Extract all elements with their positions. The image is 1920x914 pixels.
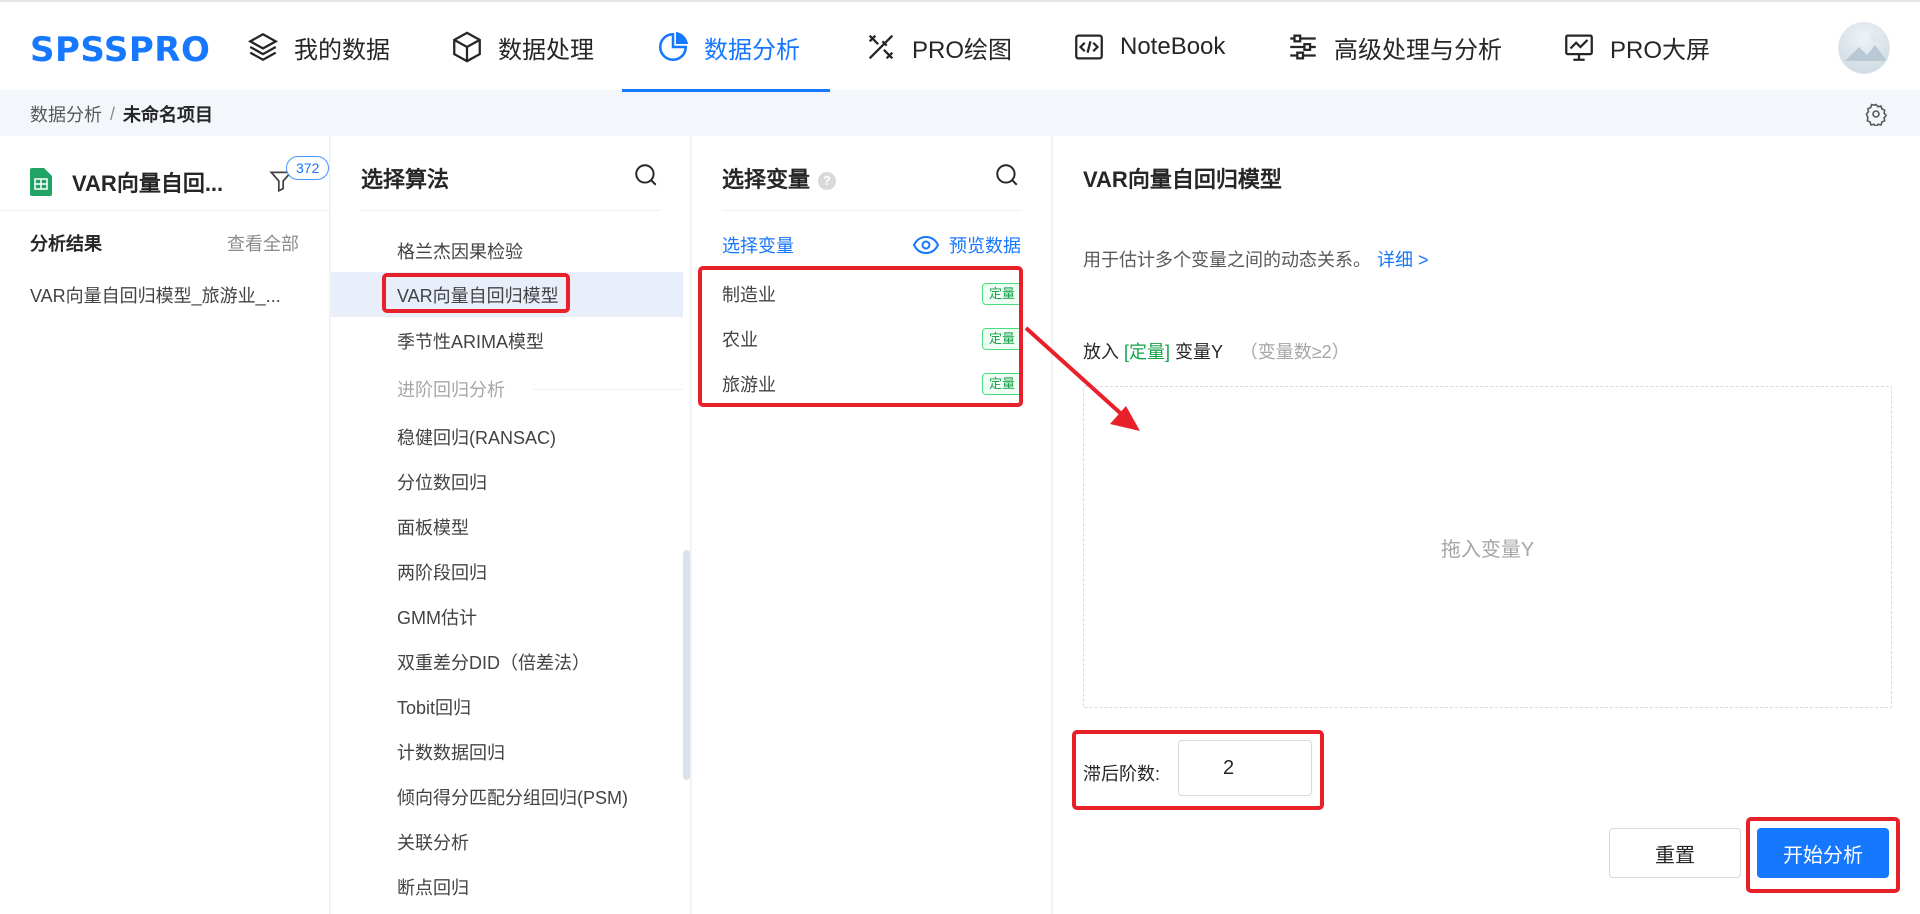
algorithm-item[interactable]: 计数数据回归 [397, 739, 505, 765]
eye-icon [913, 235, 939, 255]
variable-item[interactable]: 制造业 定量 [722, 279, 1022, 309]
description-text: 用于估计多个变量之间的动态关系。 [1083, 250, 1371, 270]
nav-notebook[interactable]: NoteBook [1072, 2, 1225, 92]
quantitative-tag: 定量 [981, 283, 1022, 305]
algorithm-item[interactable]: 两阶段回归 [397, 559, 487, 585]
nav-label: 高级处理与分析 [1334, 36, 1502, 64]
breadcrumb-separator: / [110, 103, 116, 124]
algorithm-item[interactable]: 面板模型 [397, 514, 469, 540]
divider [361, 210, 661, 211]
search-icon[interactable] [633, 162, 659, 188]
algorithm-item[interactable]: 稳健回归(RANSAC) [397, 424, 556, 450]
model-description: 用于估计多个变量之间的动态关系。 详细 > [1083, 246, 1429, 272]
results-panel: VAR向量自回... 372 分析结果 查看全部 VAR向量自回归模型_旅游业_… [0, 136, 330, 914]
nav-pro-dashboard[interactable]: PRO大屏 [1562, 2, 1710, 92]
nav-data-processing[interactable]: 数据处理 [450, 2, 594, 92]
help-icon[interactable]: ? [818, 172, 837, 190]
drop-zone-label: 放入 [定量] 变量Y （变量数≥2） [1083, 338, 1350, 364]
nav-label: 数据分析 [704, 36, 800, 64]
preview-data-button[interactable]: 预览数据 [913, 232, 1021, 258]
file-header: VAR向量自回... 372 [30, 156, 330, 204]
sliders-icon [1290, 34, 1316, 60]
drop-placeholder: 拖入变量Y [1440, 538, 1535, 561]
nav-advanced[interactable]: 高级处理与分析 [1286, 2, 1502, 92]
view-all-link[interactable]: 查看全部 [227, 230, 299, 256]
variable-name: 农业 [722, 330, 758, 350]
put-type: [定量] [1124, 342, 1171, 362]
gear-icon[interactable] [1864, 102, 1888, 126]
breadcrumb-current: 未命名项目 [123, 105, 214, 125]
algorithm-item[interactable]: 格兰杰因果检验 [397, 238, 523, 264]
variable-item[interactable]: 农业 定量 [722, 324, 1022, 354]
algorithm-item[interactable]: 关联分析 [397, 829, 469, 855]
algorithm-group-header: 进阶回归分析 [397, 376, 683, 402]
algorithm-panel-title: 选择算法 [361, 167, 450, 192]
user-avatar[interactable] [1838, 22, 1890, 74]
spsspro-logo[interactable]: SPSSPRO [30, 30, 210, 70]
variable-panel-title: 选择变量? [722, 162, 837, 194]
preview-label: 预览数据 [949, 236, 1021, 256]
breadcrumb: 数据分析 / 未命名项目 [0, 92, 1920, 136]
detail-link[interactable]: 详细 > [1377, 250, 1429, 270]
scrollbar[interactable] [683, 550, 690, 780]
variable-name: 旅游业 [722, 375, 776, 395]
algorithm-item[interactable]: 倾向得分匹配分组回归(PSM) [397, 784, 628, 810]
mountain-icon [1845, 34, 1887, 61]
algorithm-item-selected[interactable]: VAR向量自回归模型 [397, 282, 559, 308]
filter-count-badge: 372 [286, 156, 330, 180]
cube-icon [453, 31, 481, 63]
spreadsheet-icon [30, 168, 52, 196]
model-title: VAR向量自回归模型 [1083, 167, 1282, 192]
nav-label: PRO大屏 [1610, 36, 1711, 64]
nav-label: NoteBook [1120, 33, 1226, 60]
divider [0, 210, 330, 211]
nav-data-analysis[interactable]: 数据分析 [622, 2, 830, 92]
results-title: 分析结果 [30, 234, 102, 254]
pen-ruler-icon [868, 34, 894, 60]
algorithm-item[interactable]: 断点回归 [397, 874, 469, 900]
search-icon[interactable] [994, 162, 1020, 188]
variable-item[interactable]: 旅游业 定量 [722, 369, 1022, 399]
algorithm-item[interactable]: 双重差分DID（倍差法） [397, 649, 590, 675]
nav-label: 数据处理 [498, 36, 594, 64]
tab-select-variables[interactable]: 选择变量 [722, 232, 794, 258]
title-text: 选择变量 [722, 167, 811, 192]
nav-label: PRO绘图 [912, 36, 1013, 64]
code-file-icon [1075, 34, 1103, 60]
layers-icon [247, 32, 279, 62]
variable-y-drop-zone[interactable]: 拖入变量Y [1083, 386, 1892, 708]
algorithm-item[interactable]: 季节性ARIMA模型 [397, 328, 544, 354]
algorithm-item[interactable]: 分位数回归 [397, 469, 487, 495]
model-config-panel: VAR向量自回归模型 用于估计多个变量之间的动态关系。 详细 > 放入 [定量] … [1053, 136, 1920, 914]
monitor-chart-icon [1565, 34, 1593, 61]
start-analysis-button[interactable]: 开始分析 [1757, 828, 1889, 878]
put-var: 变量Y [1175, 342, 1223, 362]
nav-label: 我的数据 [294, 36, 390, 64]
algorithm-item[interactable]: Tobit回归 [397, 694, 471, 720]
algorithm-panel: 选择算法 格兰杰因果检验 VAR向量自回归模型 季节性ARIMA模型 进阶回归分… [331, 136, 691, 914]
put-prefix: 放入 [1083, 342, 1119, 362]
breadcrumb-root[interactable]: 数据分析 [30, 101, 102, 127]
nav-my-data[interactable]: 我的数据 [246, 2, 390, 92]
algorithm-item[interactable]: GMM估计 [397, 604, 477, 630]
put-hint: （变量数≥2） [1239, 342, 1350, 362]
quantitative-tag: 定量 [981, 373, 1022, 395]
nav-pro-plot[interactable]: PRO绘图 [864, 2, 1012, 92]
result-item[interactable]: VAR向量自回归模型_旅游业_... [30, 282, 300, 308]
group-label: 进阶回归分析 [397, 380, 505, 400]
variable-panel: 选择变量? 选择变量 预览数据 制造业 定量 农业 定量 旅游业 定量 [692, 136, 1052, 914]
file-title[interactable]: VAR向量自回... [72, 166, 223, 198]
reset-button[interactable]: 重置 [1609, 828, 1741, 878]
variable-name: 制造业 [722, 285, 776, 305]
top-navbar: SPSSPRO 我的数据 数据处理 数据分析 PRO绘图 NoteBook 高级… [0, 0, 1920, 92]
quantitative-tag: 定量 [981, 328, 1022, 350]
divider [533, 388, 683, 390]
lag-order-label: 滞后阶数: [1083, 764, 1161, 784]
divider [722, 210, 1022, 211]
pie-chart-icon [658, 31, 689, 62]
lag-order-input[interactable]: 2 [1178, 740, 1312, 796]
